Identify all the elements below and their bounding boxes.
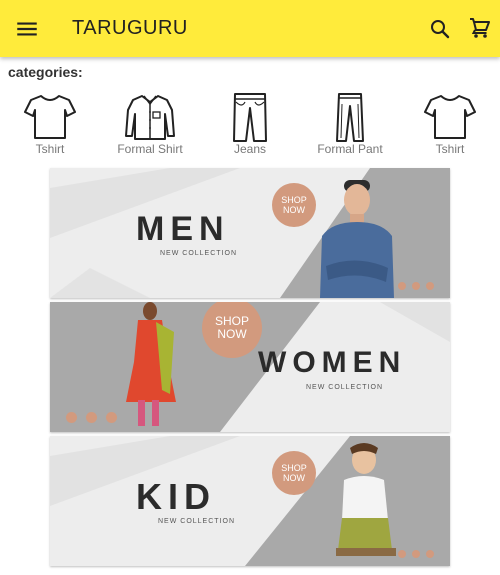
facebook-icon [398,550,406,558]
category-label: Tshirt [435,142,465,156]
tshirt-icon [24,95,76,139]
formal-shirt-icon [125,95,175,140]
category-label: Formal Pant [317,142,383,156]
app-title: TARUGURU [72,17,188,39]
banner-kid[interactable]: KID NEW COLLECTION SHOP NOW [50,436,450,566]
model-photo [320,180,394,298]
shop-now-badge[interactable]: SHOP NOW [272,451,316,495]
facebook-icon [66,412,77,423]
instagram-icon [412,550,420,558]
banner-title: WOMEN [258,346,407,379]
banner-subtitle: NEW COLLECTION [160,250,238,257]
twitter-icon [426,282,434,290]
instagram-icon [412,282,420,290]
category-label: Formal Shirt [117,142,183,156]
banner-subtitle: NEW COLLECTION [306,384,384,391]
jeans-icon [233,93,267,142]
model-photo [126,302,176,426]
model-photo [336,443,396,556]
twitter-icon [106,412,117,423]
instagram-icon [86,412,97,423]
category-label: Tshirt [35,142,65,156]
category-item-formal-pant[interactable]: Formal Pant [300,90,400,160]
banner-men[interactable]: MEN NEW COLLECTION SHOP NOW [50,168,450,298]
banner-title: KID [136,476,216,517]
banner-women[interactable]: WOMEN NEW COLLECTION SHOP NOW [50,302,450,432]
search-icon[interactable] [428,17,452,41]
shop-now-badge[interactable]: SHOP NOW [272,183,316,227]
category-item-jeans[interactable]: Jeans [200,90,300,160]
tshirt-icon [424,95,476,139]
menu-icon[interactable] [14,16,40,42]
twitter-icon [426,550,434,558]
cart-icon[interactable] [468,16,492,40]
category-item-formal-shirt[interactable]: Formal Shirt [100,90,200,160]
category-list: Tshirt Formal Shirt Jeans Formal Pant Ts… [0,90,500,160]
category-item-tshirt-2[interactable]: Tshirt [400,90,500,160]
category-item-tshirt[interactable]: Tshirt [0,90,100,160]
banner-subtitle: NEW COLLECTION [158,518,236,525]
app-bar: TARUGURU [0,0,500,57]
formal-pant-icon [336,93,364,142]
facebook-icon [398,282,406,290]
category-label: Jeans [233,142,267,156]
categories-heading: categories: [8,64,83,80]
banner-title: MEN [136,210,230,248]
